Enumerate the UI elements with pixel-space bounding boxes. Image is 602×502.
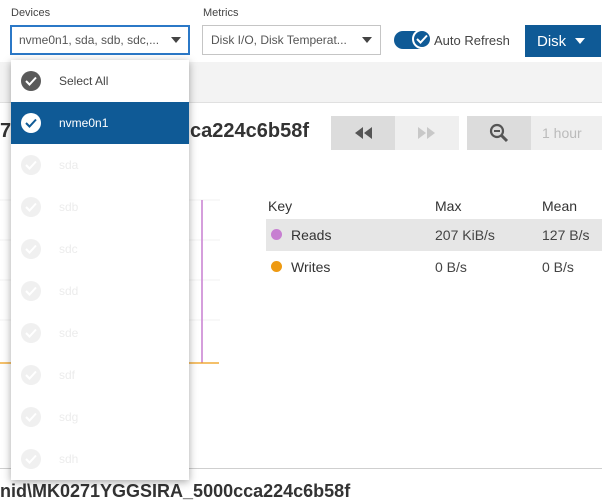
search-icon bbox=[489, 123, 509, 143]
metrics-select[interactable]: Disk I/O, Disk Temperat... bbox=[202, 25, 381, 55]
auto-refresh-label: Auto Refresh bbox=[434, 33, 510, 48]
device-option-sde[interactable]: sde bbox=[11, 312, 189, 354]
zoom-out-button[interactable] bbox=[467, 116, 531, 150]
chevron-down-icon bbox=[362, 37, 372, 43]
next-panel-title: nid\MK0271YGGSIRA_5000cca224c6b58f bbox=[0, 481, 351, 501]
select-all-option[interactable]: Select All bbox=[11, 60, 189, 102]
legend-mean-writes: 0 B/s bbox=[542, 259, 574, 275]
legend-header-mean: Mean bbox=[542, 198, 578, 214]
rewind-button[interactable] bbox=[331, 116, 395, 150]
legend-key-reads[interactable]: Reads bbox=[291, 227, 331, 243]
panel-title-prefix: 7 bbox=[0, 120, 12, 142]
device-option-label: sda bbox=[59, 158, 79, 172]
devices-select-value: nvme0n1, sda, sdb, sdc,... bbox=[19, 33, 160, 47]
legend-header-max: Max bbox=[435, 198, 462, 214]
check-circle-icon bbox=[21, 281, 41, 301]
chevron-down-icon bbox=[171, 37, 181, 43]
fast-forward-icon bbox=[418, 127, 435, 139]
devices-label: Devices bbox=[11, 7, 51, 19]
check-circle-icon bbox=[21, 197, 41, 217]
device-option-label: sdg bbox=[59, 410, 79, 424]
device-option-sdc[interactable]: sdc bbox=[11, 228, 189, 270]
metrics-label: Metrics bbox=[203, 7, 239, 19]
check-circle-icon bbox=[21, 365, 41, 385]
fast-forward-button[interactable] bbox=[395, 116, 459, 150]
device-option-sdb[interactable]: sdb bbox=[11, 186, 189, 228]
check-circle-icon bbox=[21, 155, 41, 175]
device-option-label: sdh bbox=[59, 452, 79, 466]
time-range-value: 1 hour bbox=[542, 125, 582, 141]
check-circle-icon bbox=[21, 239, 41, 259]
panel-title-suffix: ca224c6b58f bbox=[190, 120, 309, 142]
time-range-select[interactable]: 1 hour bbox=[531, 116, 602, 150]
check-icon bbox=[412, 29, 432, 49]
check-circle-icon bbox=[21, 407, 41, 427]
rewind-icon bbox=[355, 127, 372, 139]
device-option-sdd[interactable]: sdd bbox=[11, 270, 189, 312]
device-option-sdf[interactable]: sdf bbox=[11, 354, 189, 396]
devices-select[interactable]: nvme0n1, sda, sdb, sdc,... bbox=[10, 25, 190, 55]
legend-max-writes: 0 B/s bbox=[435, 259, 467, 275]
legend-mean-reads: 127 B/s bbox=[542, 227, 590, 243]
device-option-sda[interactable]: sda bbox=[11, 144, 189, 186]
select-all-label: Select All bbox=[59, 74, 109, 88]
auto-refresh-toggle[interactable] bbox=[394, 29, 432, 49]
check-circle-icon bbox=[21, 449, 41, 469]
chevron-down-icon bbox=[575, 38, 585, 44]
device-option-label: nvme0n1 bbox=[59, 116, 109, 130]
legend-key-writes[interactable]: Writes bbox=[291, 259, 330, 275]
legend-header-key: Key bbox=[268, 198, 293, 214]
disk-button[interactable]: Disk bbox=[525, 25, 601, 57]
check-circle-icon bbox=[21, 323, 41, 343]
legend-max-reads: 207 KiB/s bbox=[435, 227, 495, 243]
disk-button-label: Disk bbox=[537, 32, 567, 50]
device-option-sdg[interactable]: sdg bbox=[11, 396, 189, 438]
check-circle-icon bbox=[21, 71, 41, 91]
device-option-sdh[interactable]: sdh bbox=[11, 438, 189, 480]
reads-dot-icon bbox=[271, 229, 282, 240]
device-option-label: sdb bbox=[59, 200, 79, 214]
device-option-label: sdd bbox=[59, 284, 79, 298]
writes-dot-icon bbox=[271, 261, 282, 272]
device-option-label: sdc bbox=[59, 242, 78, 256]
metrics-select-value: Disk I/O, Disk Temperat... bbox=[211, 33, 347, 47]
device-option-nvme0n1[interactable]: nvme0n1 bbox=[11, 102, 189, 144]
device-option-label: sde bbox=[59, 326, 79, 340]
devices-dropdown: Select All nvme0n1 sda sdb sdc sdd sde s… bbox=[11, 60, 189, 480]
check-circle-icon bbox=[21, 113, 41, 133]
device-option-label: sdf bbox=[59, 368, 76, 382]
